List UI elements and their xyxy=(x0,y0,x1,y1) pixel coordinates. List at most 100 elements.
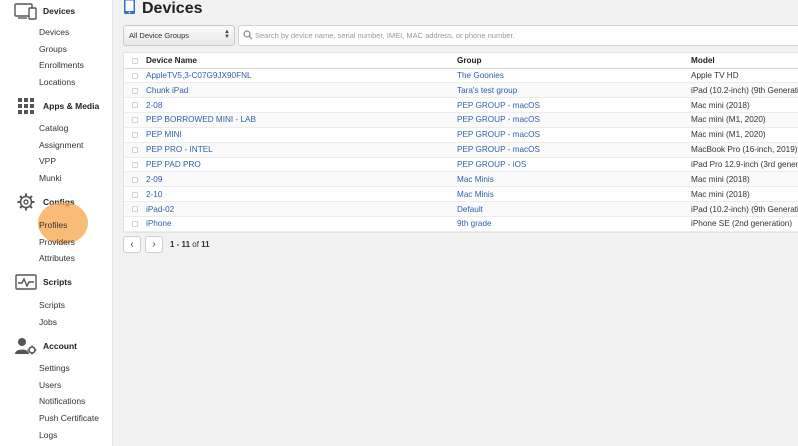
sidebar-item-locations[interactable]: Locations xyxy=(39,76,75,88)
row-checkbox[interactable] xyxy=(132,191,138,198)
row-checkbox-cell[interactable] xyxy=(124,82,146,99)
table-row[interactable]: 2-09 Mac Minis Mac mini (2018) xyxy=(124,171,798,188)
device-name-link[interactable]: iPad-02 xyxy=(146,205,174,214)
group-link[interactable]: The Goonies xyxy=(457,71,504,80)
sidebar-section-apps-media[interactable]: Apps & Media xyxy=(14,95,99,117)
row-checkbox-cell[interactable] xyxy=(124,112,146,128)
device-name-link[interactable]: 2-09 xyxy=(146,175,162,184)
model-cell: iPad Pro 12.9-inch (3rd generation) xyxy=(691,157,798,173)
sidebar-item-scripts[interactable]: Scripts xyxy=(39,299,65,311)
row-checkbox[interactable] xyxy=(132,72,138,79)
row-checkbox-cell[interactable] xyxy=(124,97,146,114)
search-box[interactable] xyxy=(238,25,798,46)
select-all-cell[interactable] xyxy=(124,53,146,69)
sidebar-item-groups[interactable]: Groups xyxy=(39,43,67,55)
search-input[interactable] xyxy=(255,31,795,40)
row-checkbox-cell[interactable] xyxy=(124,68,146,84)
sidebar-item-providers[interactable]: Providers xyxy=(39,236,75,248)
row-checkbox-cell[interactable] xyxy=(124,157,146,173)
sidebar-item-enrollments[interactable]: Enrollments xyxy=(39,59,84,71)
main-content: Devices All Device Groups ▲▼ Device Name… xyxy=(113,0,798,446)
row-checkbox[interactable] xyxy=(132,87,138,94)
ipad-icon xyxy=(123,0,136,20)
sidebar-item-jobs[interactable]: Jobs xyxy=(39,316,57,328)
column-header-device-name[interactable]: Device Name xyxy=(146,53,457,69)
row-checkbox-cell[interactable] xyxy=(124,216,146,232)
sidebar-item-devices[interactable]: Devices xyxy=(39,26,69,38)
table-row[interactable]: PEP MINI PEP GROUP - macOS Mac mini (M1, 2… xyxy=(124,127,798,143)
group-link[interactable]: Mac Minis xyxy=(457,175,494,184)
table-row[interactable]: PEP PAD PRO PEP GROUP - iOS iPad Pro 12.9-… xyxy=(124,157,798,173)
group-link[interactable]: Tara's test group xyxy=(457,86,517,95)
sidebar-item-catalog[interactable]: Catalog xyxy=(39,122,68,134)
device-name-link[interactable]: iPhone xyxy=(146,219,172,228)
sidebar-item-assignment[interactable]: Assignment xyxy=(39,139,83,151)
table-row[interactable]: iPhone 9th grade iPhone SE (2nd generation… xyxy=(124,216,798,232)
table-row[interactable]: AppleTV5,3-C07G9JX90FNL The Goonies Apple … xyxy=(124,68,798,84)
row-checkbox[interactable] xyxy=(132,102,138,109)
group-link[interactable]: PEP GROUP - iOS xyxy=(457,160,526,169)
model-cell: Mac mini (M1, 2020) xyxy=(691,112,798,128)
group-link[interactable]: PEP GROUP - macOS xyxy=(457,101,540,110)
row-checkbox-cell[interactable] xyxy=(124,186,146,203)
table-row[interactable]: PEP BORROWED MINI - LAB PEP GROUP - macOS… xyxy=(124,112,798,128)
group-link[interactable]: PEP GROUP - macOS xyxy=(457,145,540,154)
table-row[interactable]: 2-10 Mac Minis Mac mini (2018) xyxy=(124,186,798,203)
row-checkbox-cell[interactable] xyxy=(124,171,146,188)
prev-page-button[interactable]: ‹ xyxy=(123,236,141,253)
device-name-link[interactable]: 2-08 xyxy=(146,101,162,110)
sidebar-section-label: Scripts xyxy=(43,277,72,287)
device-name-link[interactable]: PEP PRO - INTEL xyxy=(146,145,213,154)
device-group-select[interactable]: All Device Groups ▲ ▼ xyxy=(123,25,235,46)
sidebar-item-vpp[interactable]: VPP xyxy=(39,155,56,167)
row-checkbox[interactable] xyxy=(132,117,138,124)
device-name-link[interactable]: 2-10 xyxy=(146,190,162,199)
sidebar-item-push-certificate[interactable]: Push Certificate xyxy=(39,412,99,424)
group-link[interactable]: PEP GROUP - macOS xyxy=(457,130,540,139)
row-checkbox[interactable] xyxy=(132,161,138,168)
sidebar-item-users[interactable]: Users xyxy=(39,379,61,391)
table-row[interactable]: Chunk iPad Tara's test group iPad (10.2-in… xyxy=(124,82,798,99)
script-terminal-icon xyxy=(14,272,38,292)
select-all-checkbox[interactable] xyxy=(132,57,138,64)
device-name-link[interactable]: PEP BORROWED MINI - LAB xyxy=(146,115,256,124)
group-link[interactable]: PEP GROUP - macOS xyxy=(457,115,540,124)
group-cell: PEP GROUP - macOS xyxy=(457,97,691,114)
sidebar-section-devices[interactable]: Devices xyxy=(14,0,75,22)
device-name-link[interactable]: Chunk iPad xyxy=(146,86,188,95)
page-info: 1 - 11 of 11 xyxy=(170,240,210,249)
device-name-link[interactable]: PEP MINI xyxy=(146,130,182,139)
column-header-group[interactable]: Group xyxy=(457,53,691,69)
table-row[interactable]: PEP PRO - INTEL PEP GROUP - macOS MacBook … xyxy=(124,142,798,158)
sidebar-item-attributes[interactable]: Attributes xyxy=(39,252,75,264)
sidebar-item-settings[interactable]: Settings xyxy=(39,362,70,374)
row-checkbox-cell[interactable] xyxy=(124,201,146,217)
sidebar-item-logs[interactable]: Logs xyxy=(39,429,57,441)
device-name-cell: 2-10 xyxy=(146,186,457,203)
sidebar-item-profiles[interactable]: Profiles xyxy=(39,219,67,231)
apps-grid-icon xyxy=(14,96,38,116)
row-checkbox[interactable] xyxy=(132,206,138,213)
devices-table: Device Name Group Model AppleTV5,3-C07G9… xyxy=(123,52,798,233)
group-link[interactable]: Mac Minis xyxy=(457,190,494,199)
next-page-button[interactable]: › xyxy=(145,236,163,253)
row-checkbox[interactable] xyxy=(132,146,138,153)
row-checkbox-cell[interactable] xyxy=(124,142,146,158)
device-name-link[interactable]: PEP PAD PRO xyxy=(146,160,201,169)
device-name-link[interactable]: AppleTV5,3-C07G9JX90FNL xyxy=(146,71,252,80)
group-link[interactable]: Default xyxy=(457,205,483,214)
row-checkbox[interactable] xyxy=(132,176,138,183)
pagination: ‹ › 1 - 11 of 11 xyxy=(123,236,210,253)
column-header-model[interactable]: Model xyxy=(691,53,798,69)
sidebar-item-munki[interactable]: Munki xyxy=(39,172,62,184)
model-cell: iPad (10.2-inch) (9th Generation) xyxy=(691,201,798,217)
table-row[interactable]: 2-08 PEP GROUP - macOS Mac mini (2018) xyxy=(124,97,798,114)
sidebar-section-account[interactable]: Account xyxy=(14,335,77,357)
row-checkbox-cell[interactable] xyxy=(124,127,146,143)
group-link[interactable]: 9th grade xyxy=(457,219,492,228)
sidebar-section-scripts[interactable]: Scripts xyxy=(14,271,72,293)
row-checkbox[interactable] xyxy=(132,221,138,228)
table-row[interactable]: iPad-02 Default iPad (10.2-inch) (9th Gene… xyxy=(124,201,798,217)
sidebar-item-notifications[interactable]: Notifications xyxy=(39,395,85,407)
row-checkbox[interactable] xyxy=(132,132,138,139)
